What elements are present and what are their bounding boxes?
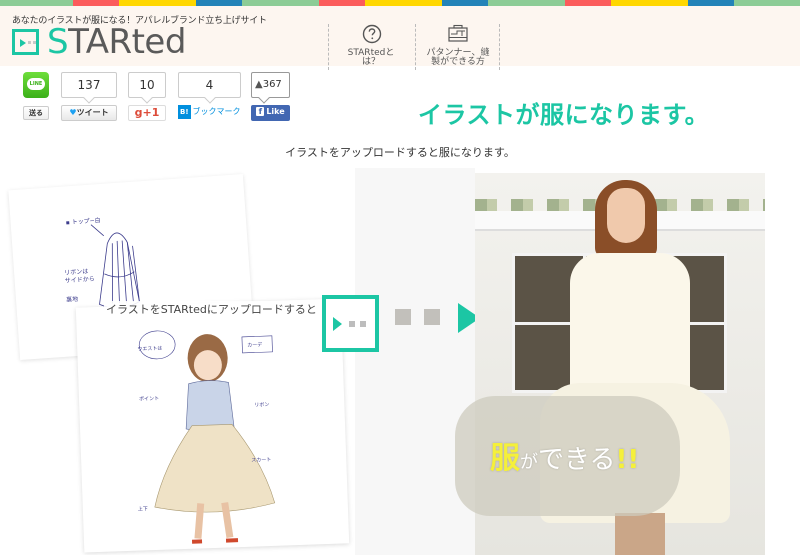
- gplus-count: 10: [128, 72, 166, 98]
- nav-about-started[interactable]: STARtedとは？: [329, 24, 414, 70]
- facebook-like-button[interactable]: f Like: [251, 105, 290, 121]
- thumbs-up-icon: ▲: [255, 79, 263, 90]
- svg-text:上下: 上下: [138, 505, 148, 512]
- svg-text:スカート: スカート: [251, 457, 271, 464]
- logo-wordmark: STARted: [47, 22, 186, 62]
- main-headline: イラストが服になります。: [418, 101, 710, 129]
- line-send-button[interactable]: 送る: [23, 106, 49, 120]
- tweet-button[interactable]: ♥ツイート: [61, 105, 117, 121]
- hero-illustration: ▪ トップ−白 リボンは サイドから 裏地 ウエストは カーデ ポイント リボン ス…: [0, 168, 800, 555]
- gplus-button[interactable]: g+1: [128, 105, 166, 121]
- line-icon: LINE: [27, 78, 45, 90]
- svg-text:サイドから: サイドから: [65, 276, 95, 285]
- hatena-icon: B!: [178, 105, 191, 119]
- upload-caption: イラストをSTARtedにアップロードすると: [104, 301, 319, 317]
- facebook-icon: f: [256, 107, 265, 116]
- result-caption: 服ができる!!: [490, 441, 640, 476]
- upload-flow-icon: [322, 295, 379, 352]
- flow-step-square-icon: [395, 309, 411, 325]
- svg-text:カーデ: カーデ: [247, 341, 262, 349]
- logo-mark-icon: [12, 29, 39, 55]
- svg-text:裏地: 裏地: [66, 295, 79, 304]
- twitter-bird-icon: ♥: [69, 108, 77, 117]
- line-share-button[interactable]: LINE: [23, 72, 49, 98]
- question-circle-icon: [362, 24, 381, 44]
- tweet-count: 137: [61, 72, 117, 98]
- header-nav: STARtedとは？ パタンナー、縫製ができる方: [328, 24, 500, 70]
- hatena-bookmark-button[interactable]: B! ブックマーク: [178, 105, 241, 121]
- facebook-like-count: ▲367: [251, 72, 290, 98]
- nav-about-label: STARtedとは？: [347, 48, 395, 67]
- hatena-count: 4: [178, 72, 241, 98]
- svg-text:▪ トップ−白: ▪ トップ−白: [65, 216, 100, 226]
- hero-background-panel: [355, 168, 475, 555]
- sketch-paper-front: ウエストは カーデ ポイント リボン スカート 上下: [75, 298, 350, 553]
- character-sketch: ウエストはカーデ ポイントリボン スカート上下: [137, 330, 276, 544]
- svg-text:リボン: リボン: [254, 401, 269, 409]
- sewing-machine-icon: [447, 24, 468, 42]
- flow-step-square-icon: [424, 309, 440, 325]
- nav-pattern-makers[interactable]: パタンナー、縫製ができる方: [415, 24, 500, 70]
- site-header: あなたのイラストが服になる！アパレルブランド立ち上げサイト STARted ST…: [0, 6, 800, 70]
- site-logo[interactable]: STARted: [12, 25, 186, 59]
- svg-text:ポイント: ポイント: [139, 395, 159, 403]
- nav-pattern-label: パタンナー、縫製ができる方: [426, 48, 490, 67]
- main-subheading: イラストをアップロードすると服になります。: [285, 146, 515, 159]
